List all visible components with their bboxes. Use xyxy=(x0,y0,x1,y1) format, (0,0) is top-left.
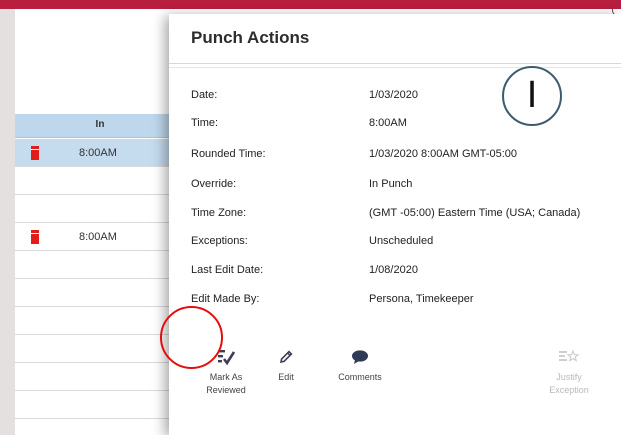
dialog-title: Punch Actions xyxy=(191,28,310,47)
detail-label: Rounded Time: xyxy=(191,148,266,160)
action-label: Edit xyxy=(278,372,294,382)
step-marker: I xyxy=(502,66,562,126)
comments-button[interactable]: Comments xyxy=(330,344,390,383)
detail-value: 1/03/2020 xyxy=(369,89,418,101)
speech-bubble-icon xyxy=(330,344,390,370)
detail-value: In Punch xyxy=(369,178,413,190)
detail-value: 1/08/2020 xyxy=(369,264,418,276)
step-marker-letter: I xyxy=(526,74,538,116)
action-label: Exception xyxy=(549,385,589,395)
justify-star-icon xyxy=(539,344,599,370)
detail-label: Exceptions: xyxy=(191,235,248,247)
detail-row-exceptions: Exceptions: Unscheduled xyxy=(191,235,611,255)
detail-label: Time Zone: xyxy=(191,207,247,219)
justify-exception-button[interactable]: Justify Exception xyxy=(539,344,599,396)
detail-row-last-edit-date: Last Edit Date: 1/08/2020 xyxy=(191,264,611,284)
detail-value: (GMT -05:00) Eastern Time (USA; Canada) xyxy=(369,207,581,219)
pencil-icon xyxy=(256,344,316,370)
highlight-circle-annotation xyxy=(160,306,223,369)
action-label: Comments xyxy=(338,372,382,382)
exception-flag-icon[interactable] xyxy=(31,146,39,160)
detail-label: Time: xyxy=(191,117,219,129)
detail-label: Last Edit Date: xyxy=(191,264,264,276)
action-label: Mark As xyxy=(209,372,243,382)
exception-flag-icon[interactable] xyxy=(31,230,39,244)
detail-label: Date: xyxy=(191,89,218,101)
in-punch-time[interactable]: 8:00AM xyxy=(79,231,117,243)
punch-actions-dialog: Punch Actions Date: 1/03/2020 Time: 8:00… xyxy=(169,14,621,435)
detail-value: 1/03/2020 8:00AM GMT-05:00 xyxy=(369,148,517,160)
detail-row-rounded-time: Rounded Time: 1/03/2020 8:00AM GMT-05:00 xyxy=(191,148,611,168)
detail-value: Persona, Timekeeper xyxy=(369,293,474,305)
divider xyxy=(169,63,621,64)
edit-button[interactable]: Edit xyxy=(256,344,316,383)
detail-label: Edit Made By: xyxy=(191,293,260,305)
action-bar: Mark As Reviewed Edit Comments Justify E… xyxy=(169,344,621,414)
divider xyxy=(169,67,621,68)
detail-row-edit-made-by: Edit Made By: Persona, Timekeeper xyxy=(191,293,611,313)
detail-label: Override: xyxy=(191,178,237,190)
app-header-bar xyxy=(0,0,621,9)
left-gutter xyxy=(0,9,15,435)
detail-row-override: Override: In Punch xyxy=(191,178,611,198)
detail-value: 8:00AM xyxy=(369,117,407,129)
in-punch-time[interactable]: 8:00AM xyxy=(79,147,117,159)
detail-row-time-zone: Time Zone: (GMT -05:00) Eastern Time (US… xyxy=(191,207,611,227)
action-label: Reviewed xyxy=(206,385,246,395)
column-header-in[interactable]: In xyxy=(75,119,125,130)
detail-value: Unscheduled xyxy=(369,235,434,247)
action-label: Justify xyxy=(556,372,582,382)
